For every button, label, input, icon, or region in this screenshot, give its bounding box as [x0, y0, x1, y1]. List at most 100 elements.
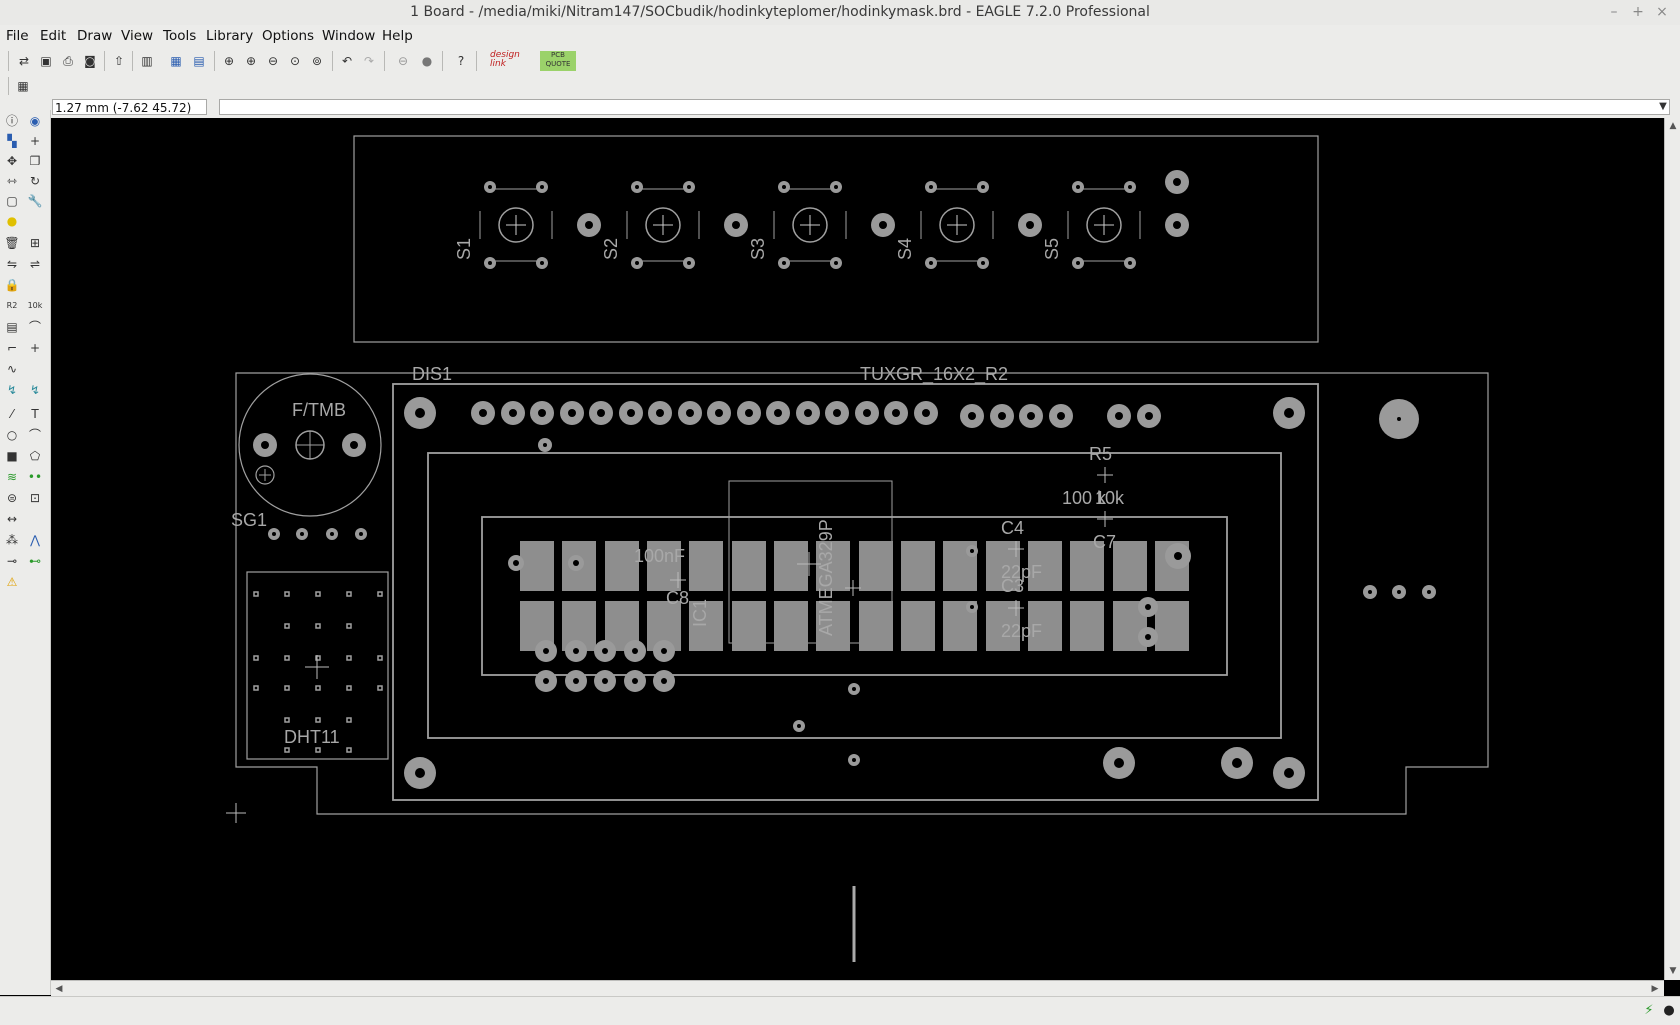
toolbar-separator — [384, 51, 385, 71]
add-icon[interactable]: ⊞ — [26, 234, 44, 252]
show-icon[interactable]: ◉ — [26, 112, 44, 130]
circle-icon[interactable]: ○ — [3, 426, 21, 444]
stop-status-icon[interactable]: ● — [1660, 1002, 1678, 1020]
menu-edit[interactable]: Edit — [40, 28, 66, 44]
smash-icon[interactable]: ▤ — [3, 318, 21, 336]
redo-icon[interactable]: ↷ — [360, 52, 378, 70]
board-canvas[interactable]: S1 S2 S3 S4 S5 DIS1 TUXGR_16X2_R2 F/TMB … — [51, 118, 1664, 980]
copy-icon[interactable]: ❐ — [26, 152, 44, 170]
go-icon[interactable]: ● — [418, 52, 436, 70]
lightning-icon[interactable]: ⚡ — [1640, 1002, 1658, 1020]
print-icon[interactable]: ⎙ — [59, 52, 77, 70]
zoom-fit-icon[interactable]: ▤ — [190, 52, 208, 70]
zoom-out-icon[interactable]: ⊕ — [242, 52, 260, 70]
errors-icon[interactable]: ⚠ — [3, 573, 21, 591]
autoroute-icon[interactable]: ↯ — [26, 381, 44, 399]
via-icon[interactable]: ≋ — [3, 468, 21, 486]
arc-icon[interactable]: ⌒ — [26, 426, 44, 444]
pinswap-icon[interactable]: ⇋ — [3, 255, 21, 273]
name-icon[interactable]: R2 — [3, 297, 21, 315]
maximize-button[interactable]: + — [1628, 3, 1648, 21]
optimize-icon[interactable]: + — [26, 339, 44, 357]
menu-library[interactable]: Library — [206, 28, 253, 44]
split-icon[interactable]: ⌐ — [3, 339, 21, 357]
save-icon[interactable]: ▣ — [37, 52, 55, 70]
help-icon[interactable]: ? — [452, 52, 470, 70]
switch-group — [479, 170, 1189, 269]
menu-view[interactable]: View — [121, 28, 153, 44]
text-icon[interactable]: T — [26, 405, 44, 423]
menu-help[interactable]: Help — [382, 28, 413, 44]
main-board-outline — [235, 372, 1489, 815]
board-icon[interactable]: ▦ — [167, 52, 185, 70]
display-icon[interactable]: ▚ — [3, 132, 21, 150]
zoom-redraw-icon[interactable]: ⊙ — [286, 52, 304, 70]
menu-options[interactable]: Options — [262, 28, 314, 44]
move-icon[interactable]: ✥ — [3, 152, 21, 170]
zoom-area-icon[interactable]: ⊚ — [308, 52, 326, 70]
rotate-icon[interactable]: ↻ — [26, 172, 44, 190]
minimize-button[interactable]: – — [1604, 3, 1624, 21]
hole-icon[interactable]: ⊜ — [3, 489, 21, 507]
open-icon[interactable]: ⇄ — [15, 52, 33, 70]
zoom-in-icon[interactable]: ⊕ — [220, 52, 238, 70]
zoom-select-icon[interactable]: ⊖ — [264, 52, 282, 70]
drc-icon[interactable]: ⊷ — [26, 552, 44, 570]
buzzer-pads — [253, 430, 366, 485]
command-row: 1.27 mm (-7.62 45.72) ▼ — [0, 97, 1680, 118]
value-icon[interactable]: 10k — [26, 297, 44, 315]
label-s4: S4 — [895, 238, 915, 260]
label-sg1: SG1 — [231, 510, 267, 530]
ripup-icon[interactable]: ↯ — [3, 381, 21, 399]
misc-pads — [268, 438, 1436, 766]
attribute-icon[interactable]: ⊡ — [26, 489, 44, 507]
miter-icon[interactable]: ⌒ — [26, 318, 44, 336]
undo-icon[interactable]: ↶ — [338, 52, 356, 70]
paste-icon[interactable]: ● — [3, 212, 21, 230]
label-ftmb: F/TMB — [292, 400, 346, 420]
scroll-right-icon[interactable]: ▶ — [1648, 982, 1662, 996]
wire-icon[interactable]: ⁄ — [3, 405, 21, 423]
menu-window[interactable]: Window — [322, 28, 375, 44]
schematic-icon[interactable]: ▥ — [138, 52, 156, 70]
delete-icon[interactable]: 🗑 — [3, 234, 21, 252]
close-button[interactable]: × — [1652, 3, 1672, 21]
upload-icon[interactable]: ⇧ — [110, 52, 128, 70]
label-c4: C4 — [1001, 518, 1024, 538]
menu-tools[interactable]: Tools — [163, 28, 196, 44]
signal-icon[interactable]: •• — [26, 468, 44, 486]
ratsnest-icon[interactable]: ⁂ — [3, 531, 21, 549]
switch-s2 — [626, 181, 700, 269]
scroll-up-icon[interactable]: ▲ — [1666, 119, 1680, 133]
change-icon[interactable]: 🔧 — [26, 192, 44, 210]
mark-icon[interactable]: + — [26, 132, 44, 150]
route-icon[interactable]: ∿ — [3, 360, 21, 378]
command-input[interactable] — [219, 99, 1670, 115]
menu-file[interactable]: File — [6, 28, 29, 44]
info-icon[interactable]: ⓘ — [3, 112, 21, 130]
group-icon[interactable]: ▢ — [3, 192, 21, 210]
scroll-down-icon[interactable]: ▼ — [1666, 964, 1680, 978]
pcbquote-logo[interactable]: PCB QUOTE — [540, 51, 576, 71]
stop-icon[interactable]: ⊖ — [394, 52, 412, 70]
horizontal-scrollbar[interactable]: ◀ ▶ — [51, 980, 1664, 997]
mirror-icon[interactable]: ⇿ — [3, 172, 21, 190]
designlink-logo[interactable]: design link — [490, 51, 532, 71]
switch-s1 — [479, 181, 553, 269]
grid-icon[interactable]: ▦ — [14, 77, 32, 95]
menu-draw[interactable]: Draw — [77, 28, 112, 44]
cam-icon[interactable]: ◙ — [81, 52, 99, 70]
label-r5: R5 — [1089, 444, 1112, 464]
replace-icon[interactable]: ⇌ — [26, 255, 44, 273]
vertical-scrollbar[interactable]: ▲ ▼ — [1664, 118, 1680, 980]
lock-icon[interactable]: 🔒 — [3, 276, 21, 294]
rect-icon[interactable]: ■ — [3, 447, 21, 465]
label-ic1: IC1 — [690, 599, 710, 627]
erc-icon[interactable]: ⊸ — [3, 552, 21, 570]
chevron-down-icon[interactable]: ▼ — [1656, 100, 1670, 114]
polygon-icon[interactable]: ⬠ — [26, 447, 44, 465]
dimension-icon[interactable]: ↔ — [3, 510, 21, 528]
autorouter-icon[interactable]: ⋀ — [26, 531, 44, 549]
coordinate-display: 1.27 mm (-7.62 45.72) — [52, 99, 207, 115]
scroll-left-icon[interactable]: ◀ — [52, 982, 66, 996]
